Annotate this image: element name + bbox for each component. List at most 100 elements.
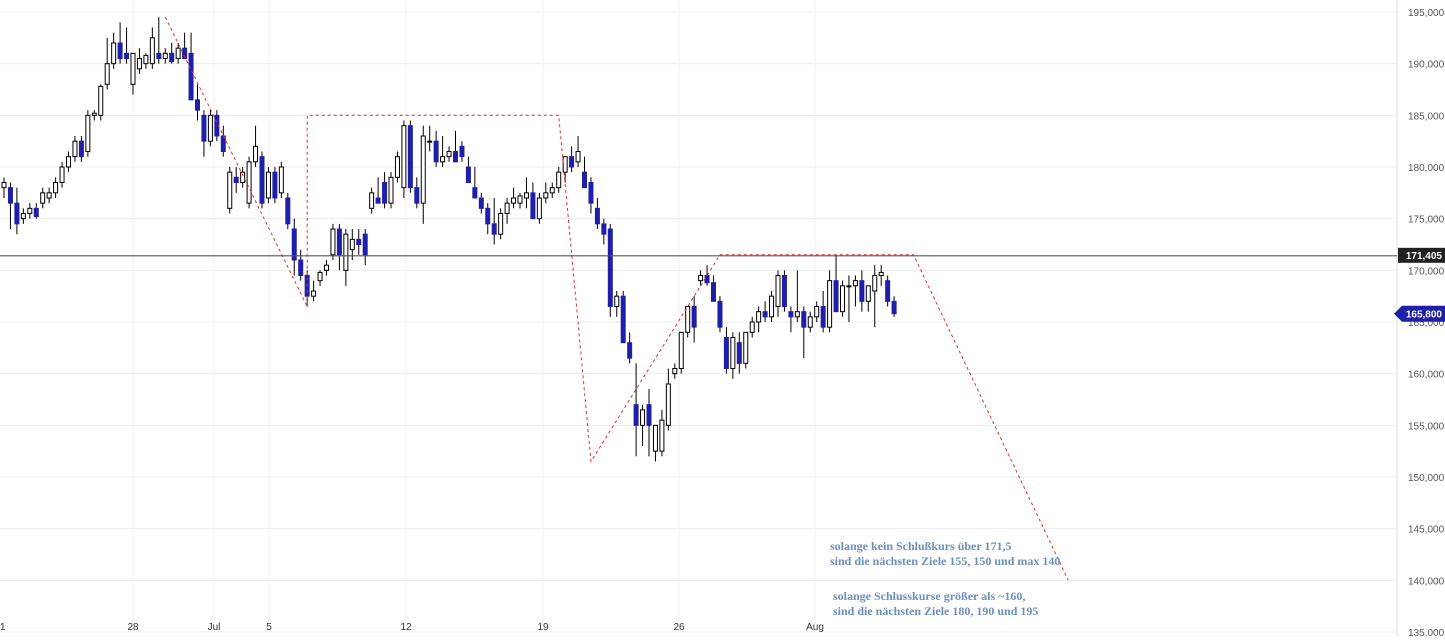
candle — [72, 136, 78, 162]
candle — [549, 182, 555, 198]
up-candle-body — [324, 264, 329, 271]
candle — [820, 291, 826, 333]
up-candle-body — [40, 192, 46, 204]
candle — [872, 265, 878, 328]
candle — [730, 332, 736, 379]
up-candle-body — [672, 368, 678, 375]
up-candle-body — [575, 151, 581, 163]
up-candle-body — [743, 331, 749, 364]
y-tick-label: 160,000 — [1408, 370, 1445, 381]
candle — [807, 311, 813, 333]
candle — [472, 167, 478, 199]
down-candle-body — [382, 182, 388, 204]
candle — [98, 84, 104, 121]
up-candle-body — [665, 383, 671, 426]
up-candle-body — [562, 156, 568, 173]
down-candle-body — [736, 342, 742, 364]
up-candle-body — [878, 271, 884, 276]
candle — [317, 270, 323, 286]
candle — [801, 306, 807, 359]
up-candle-body — [72, 140, 78, 158]
down-candle-body — [627, 342, 633, 359]
y-tick-label: 195,000 — [1408, 8, 1445, 19]
candle — [543, 182, 549, 204]
candle — [298, 249, 304, 281]
candle — [285, 192, 291, 229]
candle — [59, 161, 65, 188]
candle — [762, 301, 768, 322]
down-candle-body — [259, 156, 265, 204]
candle — [846, 275, 852, 322]
candle — [711, 275, 716, 302]
up-candle-body — [253, 145, 259, 163]
up-candle-body — [852, 280, 858, 287]
y-tick-label: 140,000 — [1408, 576, 1445, 587]
candle — [324, 260, 329, 276]
down-candle-body — [569, 156, 575, 168]
up-candle-body — [246, 161, 252, 204]
candle — [665, 368, 671, 431]
down-candle-body — [472, 187, 478, 199]
up-candle-body — [330, 228, 336, 256]
up-candle-body — [1, 182, 7, 189]
candle — [78, 136, 84, 162]
candle — [459, 141, 465, 162]
down-candle-body — [233, 176, 239, 183]
up-candle-body — [278, 166, 284, 194]
down-candle-body — [646, 404, 652, 426]
candle — [536, 192, 542, 224]
candle — [382, 172, 388, 209]
candle — [859, 270, 865, 312]
down-candle-body — [582, 171, 587, 189]
up-candle-body — [794, 311, 800, 318]
down-candle-body — [833, 280, 839, 313]
candle — [272, 167, 278, 204]
down-candle-body — [859, 280, 865, 302]
y-tick-label: 135,000 — [1408, 628, 1445, 636]
x-tick-label: 26 — [673, 622, 685, 633]
up-candle-body — [865, 285, 871, 302]
candle — [678, 331, 684, 374]
candle — [646, 389, 652, 457]
candlestick-chart: 135,000 140,000 145,000 150,000 155,000 160,0… — [0, 0, 1445, 639]
candle — [582, 156, 587, 189]
candle — [201, 110, 207, 157]
up-candle-body — [846, 285, 852, 288]
candle — [717, 296, 723, 333]
down-candle-body — [156, 52, 162, 59]
up-candle-body — [66, 156, 71, 168]
candle — [607, 223, 613, 317]
up-candle-body — [343, 233, 349, 271]
up-candle-body — [111, 42, 117, 65]
up-candle-body — [349, 238, 355, 251]
candle — [33, 203, 39, 219]
up-candle-body — [640, 409, 646, 426]
down-candle-body — [7, 187, 13, 204]
up-candle-body — [769, 295, 775, 318]
candle — [840, 280, 845, 317]
down-candle-body — [478, 197, 484, 209]
up-candle-body — [143, 54, 149, 65]
down-candle-body — [298, 259, 304, 276]
up-candle-body — [420, 135, 426, 204]
candle — [156, 17, 162, 64]
x-tick-label: 28 — [127, 622, 139, 633]
candle — [124, 27, 130, 64]
down-candle-body — [607, 228, 613, 307]
up-candle-body — [840, 285, 845, 313]
candle — [891, 296, 897, 317]
up-candle-body — [678, 331, 684, 370]
annotation-line: solange kein Schlußkurs über 171,5 — [830, 539, 1012, 553]
candle — [414, 177, 420, 209]
candle — [66, 151, 71, 173]
candle — [794, 270, 800, 322]
up-candle-body — [227, 171, 233, 209]
candle — [833, 254, 839, 313]
down-candle-body — [801, 311, 807, 328]
candle — [356, 229, 362, 255]
down-candle-body — [188, 52, 194, 101]
candle — [562, 156, 568, 183]
y-tick-label: 175,000 — [1408, 215, 1445, 226]
candle — [233, 167, 239, 193]
candle — [885, 275, 891, 307]
